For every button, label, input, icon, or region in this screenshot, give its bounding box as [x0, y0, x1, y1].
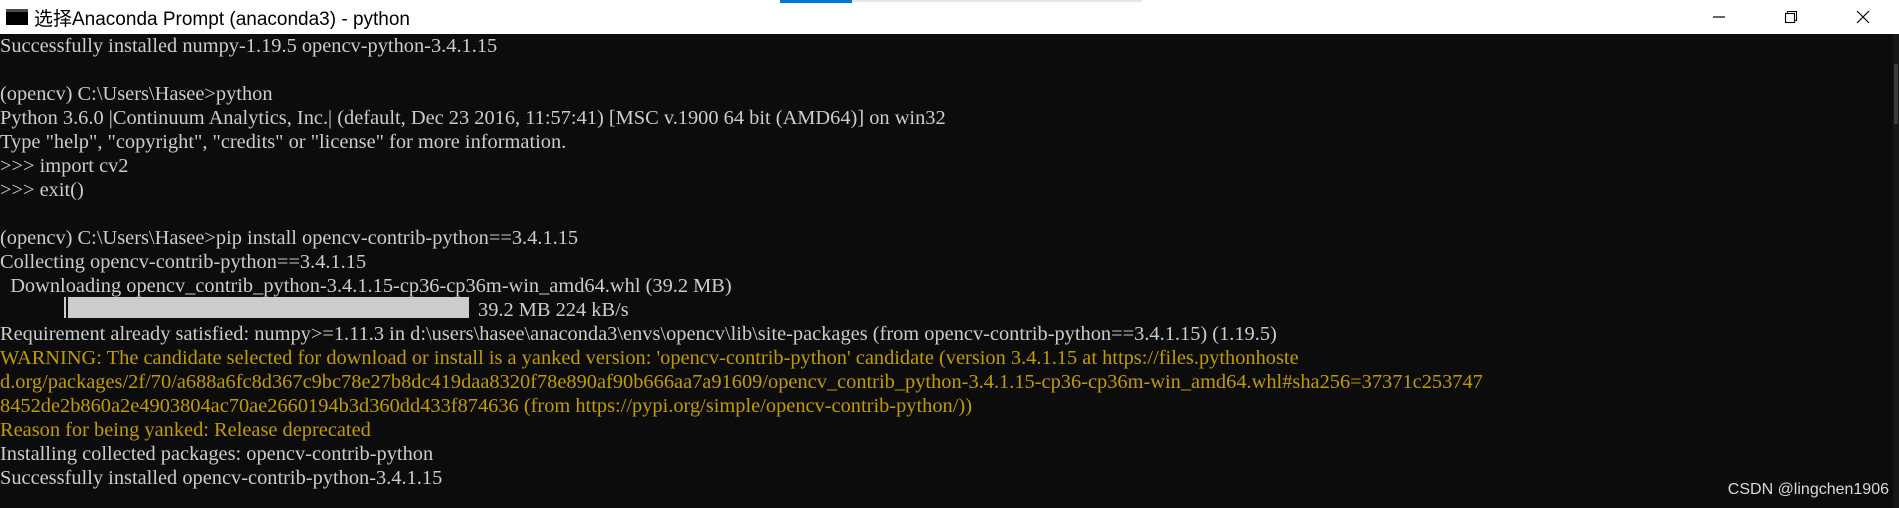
console-line: >>> import cv2 — [0, 155, 129, 177]
download-progress-bar-edge — [64, 297, 66, 318]
console-line: Installing collected packages: opencv-co… — [0, 443, 434, 465]
scrollbar[interactable] — [1893, 34, 1899, 508]
console-line: Requirement already satisfied: numpy>=1.… — [0, 323, 1277, 345]
title-accent-strip — [780, 0, 852, 3]
title-accent-strip-light — [852, 0, 1142, 2]
minimize-icon — [1713, 16, 1725, 18]
console-output[interactable]: Successfully installed numpy-1.19.5 open… — [0, 34, 1893, 508]
warning-line: 8452de2b860a2e4903804ac70ae2660194b3d360… — [0, 395, 972, 417]
console-line: (opencv) C:\Users\Hasee>python — [0, 83, 273, 105]
console-window: 选择Anaconda Prompt (anaconda3) - python S… — [0, 0, 1899, 508]
download-progress-text: 39.2 MB 224 kB/s — [478, 299, 629, 321]
window-controls — [1683, 0, 1899, 34]
console-line: Collecting opencv-contrib-python==3.4.1.… — [0, 251, 367, 273]
console-window-icon[interactable] — [6, 9, 28, 25]
console-line: >>> exit() — [0, 179, 84, 201]
restore-icon — [1784, 10, 1798, 24]
title-bar[interactable]: 选择Anaconda Prompt (anaconda3) - python — [0, 0, 1899, 34]
console-line: (opencv) C:\Users\Hasee>pip install open… — [0, 227, 579, 249]
download-progress-bar — [68, 297, 469, 318]
close-button[interactable] — [1827, 0, 1899, 34]
close-icon — [1856, 10, 1870, 24]
warning-line: Reason for being yanked: Release depreca… — [0, 419, 371, 441]
console-line: Successfully installed opencv-contrib-py… — [0, 467, 443, 489]
scrollbar-thumb[interactable] — [1894, 64, 1898, 124]
console-line: Successfully installed numpy-1.19.5 open… — [0, 35, 498, 57]
console-line: Python 3.6.0 |Continuum Analytics, Inc.|… — [0, 107, 946, 129]
warning-line: d.org/packages/2f/70/a688a6fc8d367c9bc78… — [0, 371, 1483, 393]
console-line: Downloading opencv_contrib_python-3.4.1.… — [0, 275, 732, 297]
console-line: Type "help", "copyright", "credits" or "… — [0, 131, 567, 153]
watermark: CSDN @lingchen1906 — [1727, 481, 1889, 498]
window-title: 选择Anaconda Prompt (anaconda3) - python — [34, 8, 410, 30]
restore-button[interactable] — [1755, 0, 1827, 34]
warning-line: WARNING: The candidate selected for down… — [0, 347, 1299, 369]
minimize-button[interactable] — [1683, 0, 1755, 34]
